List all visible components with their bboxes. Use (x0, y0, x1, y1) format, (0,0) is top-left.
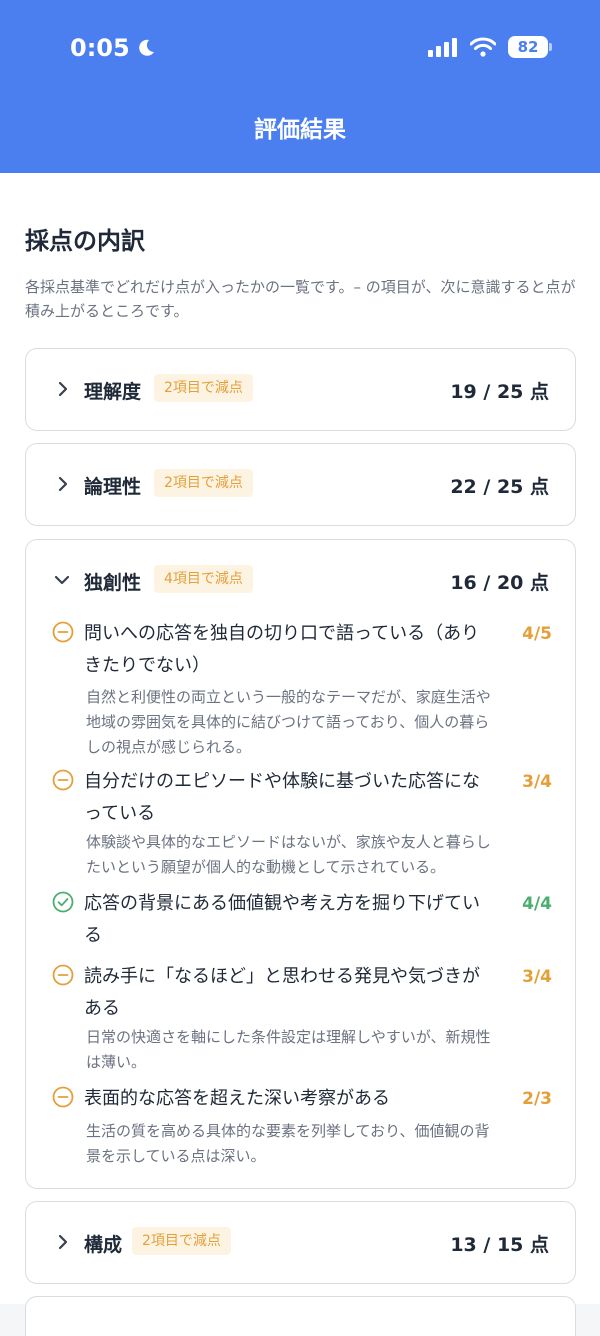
criterion-title-line: 応答の背景にある価値観や考え方を掘り下げてい (84, 893, 480, 914)
category-header[interactable]: 論理性 2項目で減点 22 / 25 点 (26, 444, 575, 526)
criterion-title: 問いへの応答を独自の切り口で語っている（あり きたりでない） (84, 618, 514, 682)
battery-level: 82 (517, 38, 539, 56)
chevron-right-icon (58, 1234, 68, 1250)
criterion-item: 応答の背景にある価値観や考え方を掘り下げてい る 4/4 (52, 888, 552, 958)
minus-circle-icon (52, 621, 74, 643)
check-circle-icon (52, 891, 74, 913)
status-time-text: 0:05 (70, 34, 130, 62)
signal-icon (428, 38, 457, 57)
criterion-title-line: る (84, 925, 102, 946)
category-header[interactable]: 理解度 2項目で減点 19 / 25 点 (26, 349, 575, 431)
criterion-note: 体験談や具体的なエピソードはないが、家族や友人と暮らし たいという願望が個人的な… (86, 830, 546, 880)
criterion-note-line: 景を示している点は深い。 (86, 1147, 266, 1165)
criterion-note: 自然と利便性の両立という一般的なテーマだが、家庭生活や 地域の雰囲気を具体的に結… (86, 685, 546, 760)
category-name: 構成 (84, 1234, 123, 1256)
moon-icon (138, 39, 154, 56)
section-title: 採点の内訳 (25, 227, 145, 255)
category-name: 独創性 (84, 572, 142, 594)
criterion-title: 表面的な応答を超えた深い考察がある (84, 1083, 514, 1115)
deduction-badge: 2項目で減点 (132, 1227, 231, 1255)
criterion-title-line: 問いへの応答を独自の切り口で語っている（あり (84, 623, 480, 644)
category-card-logic[interactable]: 論理性 2項目で減点 22 / 25 点 (25, 443, 576, 526)
criterion-item: 表面的な応答を超えた深い考察がある 2/3 生活の質を高める具体的な要素を列挙し… (52, 1083, 552, 1173)
category-name: 論理性 (84, 476, 142, 498)
criterion-note-line: 日常の快適さを軸にした条件設定は理解しやすいが、新規性 (86, 1028, 491, 1046)
category-score: 16 / 20 点 (450, 572, 549, 594)
category-score: 13 / 15 点 (450, 1234, 549, 1256)
deduction-badge: 2項目で減点 (154, 469, 253, 497)
deduction-badge: 4項目で減点 (154, 565, 253, 593)
criterion-item: 読み手に「なるほど」と思わせる発見や気づきが ある 3/4 日常の快適さを軸にし… (52, 961, 552, 1076)
criterion-score: 4/5 (522, 624, 552, 644)
criterion-score: 4/4 (522, 894, 552, 914)
minus-circle-icon (52, 964, 74, 986)
criterion-note: 日常の快適さを軸にした条件設定は理解しやすいが、新規性 は薄い。 (86, 1025, 546, 1075)
battery-icon: 82 (508, 36, 552, 58)
deduction-badge: 2項目で減点 (154, 374, 253, 402)
status-icons: 82 (428, 36, 552, 58)
criterion-note-line: 体験談や具体的なエピソードはないが、家族や友人と暮らし (86, 833, 491, 851)
criterion-score: 3/4 (522, 967, 552, 987)
status-time: 0:05 (70, 34, 156, 62)
criterion-score: 3/4 (522, 772, 552, 792)
criterion-item: 問いへの応答を独自の切り口で語っている（あり きたりでない） 4/5 自然と利便… (52, 618, 552, 758)
criterion-title: 読み手に「なるほど」と思わせる発見や気づきが ある (84, 961, 514, 1025)
chevron-right-icon (58, 476, 68, 492)
status-bar: 0:05 82 (0, 0, 600, 100)
criterion-title-line: 読み手に「なるほど」と思わせる発見や気づきが (84, 966, 480, 987)
category-header[interactable]: 独創性 4項目で減点 16 / 20 点 (26, 540, 575, 622)
category-card-structure[interactable]: 構成 2項目で減点 13 / 15 点 (25, 1201, 576, 1284)
criterion-title-line: っている (84, 803, 156, 824)
criterion-title-line: 自分だけのエピソードや体験に基づいた応答にな (84, 771, 480, 792)
criterion-title: 自分だけのエピソードや体験に基づいた応答にな っている (84, 766, 514, 830)
criterion-title-line: 表面的な応答を超えた深い考察がある (84, 1088, 390, 1109)
category-score: 22 / 25 点 (450, 476, 549, 498)
minus-circle-icon (52, 1086, 74, 1108)
criterion-title: 応答の背景にある価値観や考え方を掘り下げてい る (84, 888, 514, 952)
category-card-next[interactable] (25, 1296, 576, 1336)
section-description: 各採点基準でどれだけ点が入ったかの一覧です。– の項目が、次に意識すると点が積み… (25, 278, 576, 320)
category-score: 19 / 25 点 (450, 381, 549, 403)
criterion-note-line: は薄い。 (86, 1053, 147, 1071)
criterion-note: 生活の質を高める具体的な要素を列挙しており、価値観の背 景を示している点は深い。 (86, 1119, 546, 1169)
criterion-note-line: 地域の雰囲気を具体的に結びつけて語っており、個人の暮ら (86, 713, 490, 731)
criterion-title-line: ある (84, 998, 120, 1019)
main-content: 採点の内訳 各採点基準でどれだけ点が入ったかの一覧です。– の項目が、次に意識す… (0, 173, 600, 1336)
app-header: 0:05 82 評価結果 (0, 0, 600, 173)
criterion-note-line: 生活の質を高める具体的な要素を列挙しており、価値観の背 (86, 1122, 490, 1140)
criterion-title-line: きたりでない） (84, 655, 210, 676)
criterion-item: 自分だけのエピソードや体験に基づいた応答にな っている 3/4 体験談や具体的な… (52, 766, 552, 881)
category-header[interactable]: 構成 2項目で減点 13 / 15 点 (26, 1202, 575, 1284)
criterion-note-line: しの視点が感じられる。 (86, 738, 252, 756)
page-title: 評価結果 (254, 117, 346, 143)
chevron-down-icon (54, 575, 70, 585)
minus-circle-icon (52, 769, 74, 791)
chevron-right-icon (58, 381, 68, 397)
category-name: 理解度 (84, 381, 142, 403)
criterion-note-line: たいという願望が個人的な動機として示されている。 (86, 858, 446, 876)
criterion-score: 2/3 (522, 1089, 552, 1109)
wifi-icon (470, 37, 496, 57)
category-card-originality[interactable]: 独創性 4項目で減点 16 / 20 点 問いへの応答を独自の切り口で語っている… (25, 539, 576, 1189)
criterion-note-line: 自然と利便性の両立という一般的なテーマだが、家庭生活や (86, 688, 491, 706)
category-card-understanding[interactable]: 理解度 2項目で減点 19 / 25 点 (25, 348, 576, 431)
